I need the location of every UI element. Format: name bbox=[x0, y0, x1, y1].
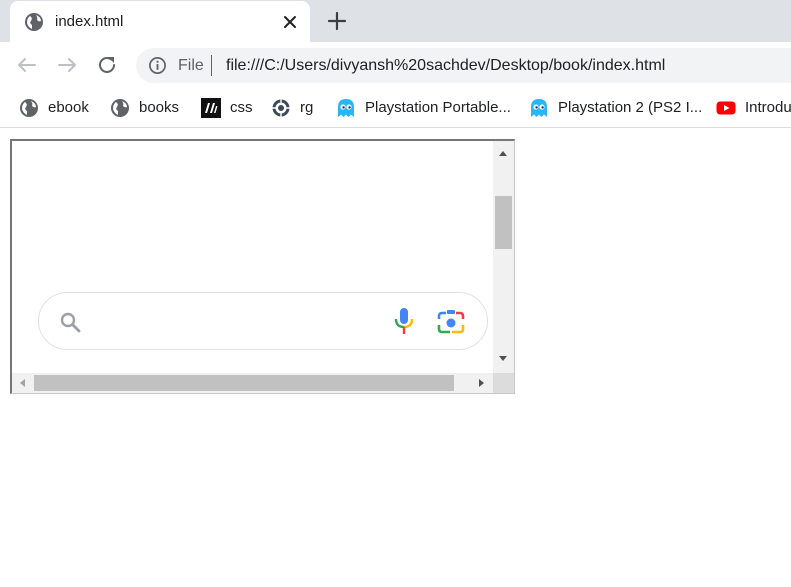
globe-icon bbox=[25, 13, 43, 31]
microphone-icon[interactable] bbox=[391, 307, 417, 335]
horizontal-scroll-thumb[interactable] bbox=[34, 375, 454, 391]
bookmark-css[interactable]: css bbox=[201, 97, 253, 119]
bookmarks-bar: ebook books css rg Playstation Portable.… bbox=[0, 89, 791, 128]
bookmark-youtube-intro[interactable]: Introdu bbox=[716, 97, 791, 119]
ghost-icon bbox=[338, 99, 354, 117]
css-logo-icon bbox=[201, 98, 221, 118]
camera-lens-icon[interactable] bbox=[437, 308, 465, 336]
url-text[interactable]: file:///C:/Users/divyansh%20sachdev/Desk… bbox=[226, 56, 665, 75]
horizontal-scrollbar[interactable] bbox=[12, 373, 493, 393]
bookmark-label: ebook bbox=[48, 99, 89, 116]
globe-icon bbox=[20, 99, 38, 117]
bookmark-label: Playstation Portable... bbox=[365, 99, 511, 116]
back-arrow-icon[interactable] bbox=[15, 53, 39, 77]
scroll-up-arrow-icon[interactable] bbox=[499, 151, 507, 156]
address-bar[interactable]: File file:///C:/Users/divyansh%20sachdev… bbox=[136, 48, 791, 83]
globe-icon bbox=[111, 99, 129, 117]
bookmark-books[interactable]: books bbox=[110, 97, 179, 119]
scroll-down-arrow-icon[interactable] bbox=[499, 356, 507, 361]
close-icon[interactable] bbox=[280, 12, 300, 32]
scroll-right-arrow-icon[interactable] bbox=[479, 379, 484, 387]
tab-index-html[interactable]: index.html bbox=[10, 1, 310, 42]
vertical-scrollbar[interactable] bbox=[493, 141, 514, 373]
forward-arrow-icon[interactable] bbox=[55, 53, 79, 77]
ghost-icon bbox=[531, 99, 547, 117]
browser-toolbar: File file:///C:/Users/divyansh%20sachdev… bbox=[0, 42, 791, 89]
bookmark-label: rg bbox=[300, 99, 314, 116]
gear-icon bbox=[272, 99, 290, 117]
vertical-scroll-thumb[interactable] bbox=[495, 196, 512, 249]
bookmark-label: Playstation 2 (PS2 I... bbox=[558, 99, 703, 116]
search-icon bbox=[60, 312, 81, 333]
omnibox-separator bbox=[211, 55, 212, 76]
scrollbar-corner bbox=[493, 373, 514, 393]
youtube-icon bbox=[716, 101, 736, 115]
tab-title: index.html bbox=[55, 13, 124, 30]
bookmark-rg[interactable]: rg bbox=[271, 97, 313, 119]
tab-strip: index.html bbox=[0, 0, 791, 42]
new-tab-plus-icon[interactable] bbox=[326, 10, 348, 32]
scroll-left-arrow-icon[interactable] bbox=[20, 379, 25, 387]
scheme-label: File bbox=[178, 57, 204, 74]
embedded-iframe[interactable] bbox=[10, 139, 515, 394]
bookmark-label: books bbox=[139, 99, 180, 116]
bookmark-label: css bbox=[230, 99, 253, 116]
google-search-box[interactable] bbox=[38, 292, 488, 350]
bookmark-playstation-2[interactable]: Playstation 2 (PS2 I... bbox=[529, 97, 702, 119]
bookmark-ebook[interactable]: ebook bbox=[19, 97, 89, 119]
reload-icon[interactable] bbox=[95, 53, 119, 77]
bookmark-label: Introdu bbox=[745, 99, 791, 116]
bookmark-playstation-portable[interactable]: Playstation Portable... bbox=[336, 97, 511, 119]
info-icon[interactable] bbox=[148, 56, 167, 75]
